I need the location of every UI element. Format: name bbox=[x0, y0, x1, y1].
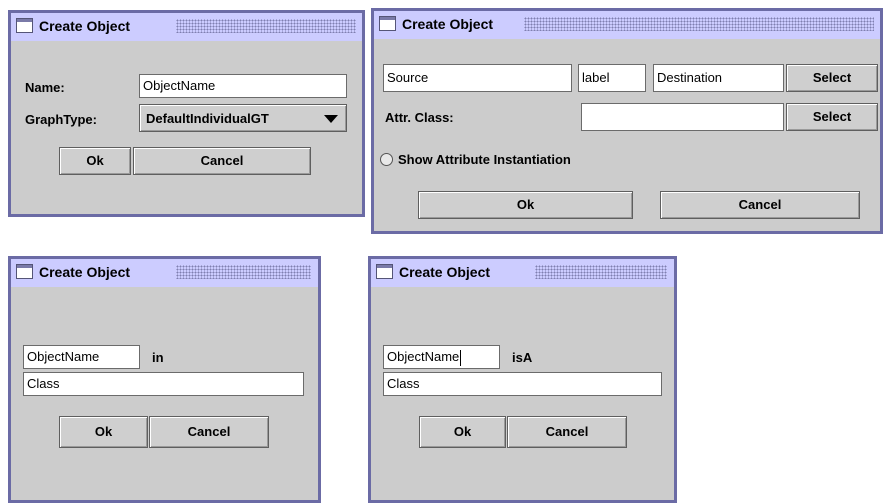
create-object-dialog-instance: Create Object ObjectName in Class Ok Can… bbox=[8, 256, 321, 503]
dialog-title: Create Object bbox=[39, 18, 131, 34]
ok-button[interactable]: Ok bbox=[59, 416, 148, 448]
destination-input[interactable]: Destination bbox=[653, 64, 784, 92]
title-bar-grip bbox=[176, 19, 356, 33]
title-bar-grip bbox=[535, 265, 667, 279]
cancel-button[interactable]: Cancel bbox=[660, 191, 860, 219]
show-attribute-instantiation-radio[interactable] bbox=[380, 153, 393, 166]
dialog-title: Create Object bbox=[39, 264, 131, 280]
graphtype-selected-value: DefaultIndividualGT bbox=[146, 111, 269, 126]
title-bar-grip bbox=[176, 265, 311, 279]
class-input[interactable]: Class bbox=[383, 372, 662, 396]
window-icon[interactable] bbox=[16, 18, 33, 33]
dialog-title: Create Object bbox=[399, 264, 491, 280]
cancel-button[interactable]: Cancel bbox=[507, 416, 627, 448]
name-label: Name: bbox=[25, 80, 65, 95]
label-input[interactable]: label bbox=[578, 64, 646, 92]
title-bar-grip bbox=[524, 17, 874, 31]
create-object-dialog-attribute: Create Object Source label Destination S… bbox=[371, 8, 883, 234]
dialog-body: Create Object ObjectName isA Class Ok Ca… bbox=[371, 259, 674, 500]
cancel-button[interactable]: Cancel bbox=[133, 147, 311, 175]
cancel-button[interactable]: Cancel bbox=[149, 416, 269, 448]
window-icon[interactable] bbox=[379, 16, 396, 31]
name-input[interactable]: ObjectName bbox=[139, 74, 347, 98]
dialog-body: Create Object ObjectName in Class Ok Can… bbox=[11, 259, 318, 500]
class-input[interactable]: Class bbox=[23, 372, 304, 396]
window-icon[interactable] bbox=[376, 264, 393, 279]
graphtype-select[interactable]: DefaultIndividualGT bbox=[139, 104, 347, 132]
select-attr-class-button[interactable]: Select bbox=[786, 103, 878, 131]
object-name-input[interactable]: ObjectName bbox=[383, 345, 500, 369]
attr-class-input[interactable] bbox=[581, 103, 784, 131]
title-bar[interactable]: Create Object bbox=[11, 259, 318, 287]
source-input[interactable]: Source bbox=[383, 64, 572, 92]
title-bar[interactable]: Create Object bbox=[374, 11, 880, 39]
ok-button[interactable]: Ok bbox=[419, 416, 506, 448]
relation-label: in bbox=[152, 350, 164, 365]
chevron-down-icon bbox=[324, 115, 338, 123]
window-icon[interactable] bbox=[16, 264, 33, 279]
graphtype-label: GraphType: bbox=[25, 112, 97, 127]
ok-button[interactable]: Ok bbox=[418, 191, 633, 219]
create-object-dialog-isa: Create Object ObjectName isA Class Ok Ca… bbox=[368, 256, 677, 503]
text-cursor bbox=[460, 349, 462, 366]
object-name-value: ObjectName bbox=[387, 349, 460, 364]
dialog-body: Create Object Name: ObjectName GraphType… bbox=[11, 13, 362, 214]
attr-class-label: Attr. Class: bbox=[385, 110, 454, 125]
dialog-body: Create Object Source label Destination S… bbox=[374, 11, 880, 231]
title-bar[interactable]: Create Object bbox=[371, 259, 674, 287]
ok-button[interactable]: Ok bbox=[59, 147, 131, 175]
create-object-dialog-general: Create Object Name: ObjectName GraphType… bbox=[8, 10, 365, 217]
title-bar[interactable]: Create Object bbox=[11, 13, 362, 41]
show-attribute-instantiation-label: Show Attribute Instantiation bbox=[398, 152, 571, 167]
object-name-input[interactable]: ObjectName bbox=[23, 345, 140, 369]
select-destination-button[interactable]: Select bbox=[786, 64, 878, 92]
dialog-title: Create Object bbox=[402, 16, 494, 32]
relation-label: isA bbox=[512, 350, 533, 365]
